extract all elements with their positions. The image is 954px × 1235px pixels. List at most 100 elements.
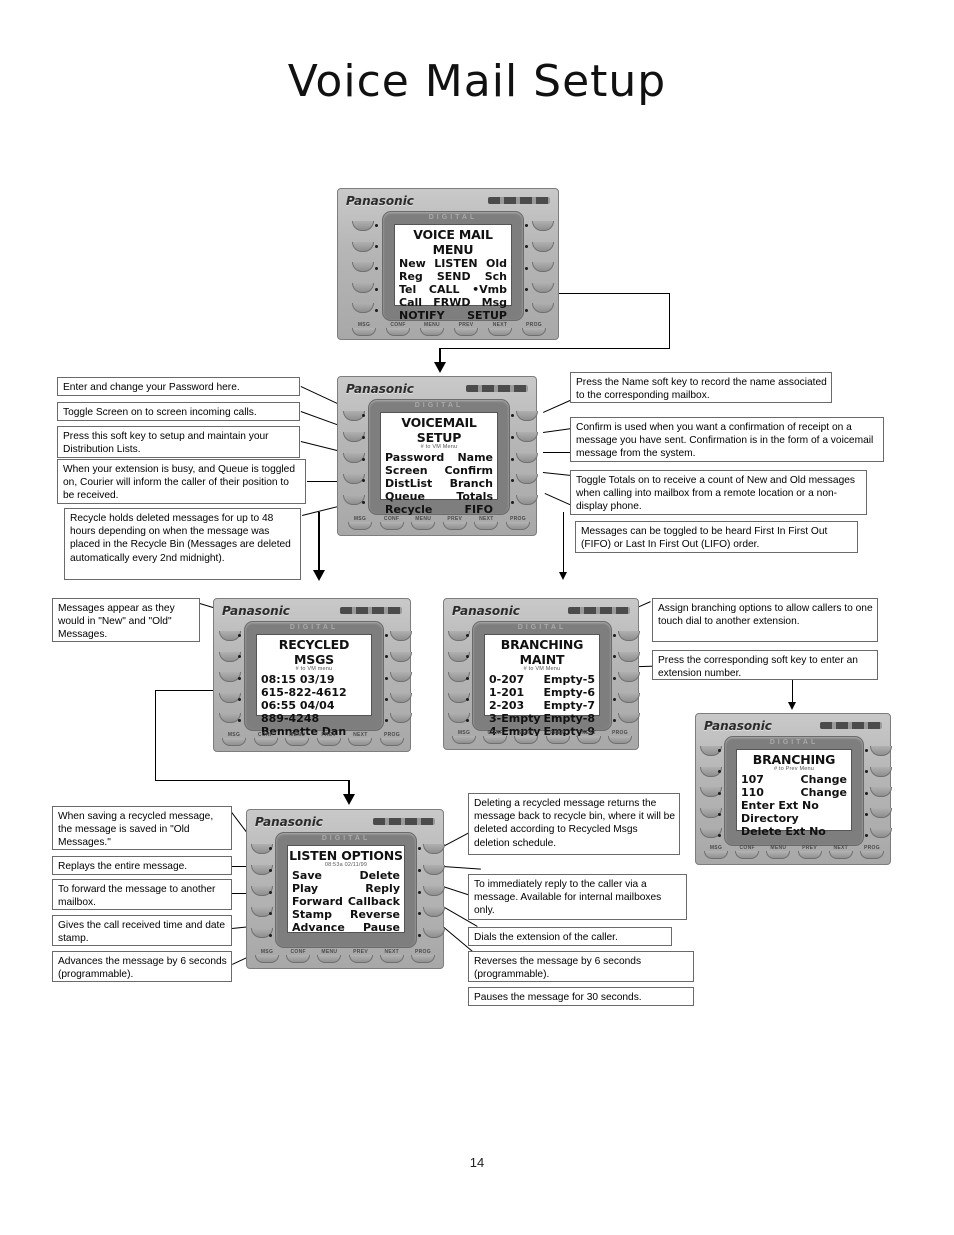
function-key-cap[interactable] [255,955,279,963]
function-key-cap[interactable] [411,522,436,530]
softkey-branch-8[interactable] [618,692,640,703]
function-key-prog[interactable]: PROG [858,845,886,859]
function-key-row[interactable]: MSG CONF MENU PREV NEXT PROG [350,322,548,336]
function-key-msg[interactable]: MSG [350,322,378,336]
function-key-row[interactable]: MSG CONF MENU PREV NEXT PROG [450,730,634,744]
softkey-reply[interactable] [423,865,445,875]
softkey-fifo[interactable] [516,495,538,505]
function-key-msg[interactable]: MSG [346,516,374,530]
function-key-conf[interactable]: CONF [378,516,406,530]
function-key-prev[interactable]: PREV [544,730,572,744]
function-key-cap[interactable] [253,738,278,746]
function-key-cap[interactable] [348,522,372,530]
function-key-row[interactable]: MSG CONF MENU PREV NEXT PROG [220,732,406,746]
softkey-column-left[interactable] [352,221,374,313]
softkey-right-4[interactable] [390,692,412,703]
softkey-column-right[interactable] [516,411,538,505]
softkey-column-left[interactable] [219,631,241,723]
function-key-next[interactable]: NEXT [575,730,603,744]
function-key-cap[interactable] [704,851,728,859]
softkey-right-4[interactable] [870,807,892,818]
softkey-branch-9[interactable] [618,713,640,723]
softkey-right-2[interactable] [390,651,412,662]
softkey-column-right[interactable] [870,746,892,838]
softkey-right-3[interactable] [870,787,892,797]
softkey-right-1[interactable] [390,631,412,641]
function-key-cap[interactable] [576,736,601,744]
function-key-menu[interactable]: MENU [409,516,437,530]
softkey-left-4[interactable] [352,282,374,293]
function-key-menu[interactable]: MENU [315,949,343,963]
function-key-cap[interactable] [317,955,342,963]
function-key-row[interactable]: MSG CONF MENU PREV NEXT PROG [253,949,437,963]
function-key-prev[interactable]: PREV [796,845,824,859]
function-key-prog[interactable]: PROG [378,732,406,746]
softkey-right-3[interactable] [532,262,554,272]
function-key-msg[interactable]: MSG [450,730,478,744]
function-key-next[interactable]: NEXT [472,516,500,530]
softkey-column-left[interactable] [448,631,470,723]
softkey-column-right[interactable] [423,844,445,938]
function-key-cap[interactable] [348,738,373,746]
function-key-cap[interactable] [483,736,508,744]
softkey-column-left[interactable] [343,411,365,505]
function-key-conf[interactable]: CONF [284,949,312,963]
function-key-row[interactable]: MSG CONF MENU PREV NEXT PROG [702,845,886,859]
softkey-left-3[interactable] [352,262,374,272]
function-key-msg[interactable]: MSG [702,845,730,859]
softkey-right-5[interactable] [532,303,554,313]
function-key-conf[interactable]: CONF [733,845,761,859]
function-key-cap[interactable] [474,522,499,530]
function-key-prog[interactable]: PROG [409,949,437,963]
function-key-cap[interactable] [379,955,404,963]
function-key-cap[interactable] [859,851,884,859]
function-key-msg[interactable]: MSG [220,732,248,746]
function-key-conf[interactable]: CONF [384,322,412,336]
function-key-prev[interactable]: PREV [347,949,375,963]
function-key-cap[interactable] [797,851,822,859]
softkey-branch[interactable] [516,453,538,463]
softkey-right-4[interactable] [532,282,554,293]
softkey-change-107[interactable] [870,746,892,756]
function-key-menu[interactable]: MENU [283,732,311,746]
softkey-column-right[interactable] [618,631,640,723]
function-key-row[interactable]: MSG CONF MENU PREV NEXT PROG [346,516,532,530]
function-key-cap[interactable] [452,736,476,744]
softkey-totals[interactable] [516,474,538,484]
function-key-prev[interactable]: PREV [441,516,469,530]
softkey-pause[interactable] [423,928,445,938]
function-key-cap[interactable] [607,736,632,744]
function-key-prog[interactable]: PROG [606,730,634,744]
function-key-prev[interactable]: PREV [452,322,480,336]
function-key-cap[interactable] [286,955,311,963]
function-key-prog[interactable]: PROG [504,516,532,530]
function-key-cap[interactable] [348,955,373,963]
function-key-cap[interactable] [828,851,853,859]
function-key-cap[interactable] [735,851,760,859]
softkey-column-left[interactable] [251,844,273,938]
softkey-right-5[interactable] [390,713,412,723]
function-key-cap[interactable] [285,738,310,746]
function-key-cap[interactable] [522,328,546,336]
softkey-branch-7[interactable] [618,672,640,682]
function-key-menu[interactable]: MENU [764,845,792,859]
function-key-cap[interactable] [514,736,539,744]
softkey-name[interactable] [516,411,538,421]
softkey-column-right[interactable] [532,221,554,313]
softkey-left-1[interactable] [352,221,374,231]
softkey-change-110[interactable] [870,766,892,777]
function-key-prog[interactable]: PROG [520,322,548,336]
function-key-cap[interactable] [488,328,512,336]
function-key-cap[interactable] [386,328,410,336]
softkey-branch-6[interactable] [618,651,640,662]
function-key-cap[interactable] [442,522,467,530]
softkey-right-2[interactable] [532,241,554,252]
softkey-callback[interactable] [423,886,445,896]
softkey-column-left[interactable] [700,746,722,838]
softkey-branch-5[interactable] [618,631,640,641]
function-key-cap[interactable] [420,328,444,336]
function-key-cap[interactable] [545,736,570,744]
function-key-cap[interactable] [222,738,246,746]
softkey-left-5[interactable] [352,303,374,313]
function-key-cap[interactable] [379,522,404,530]
